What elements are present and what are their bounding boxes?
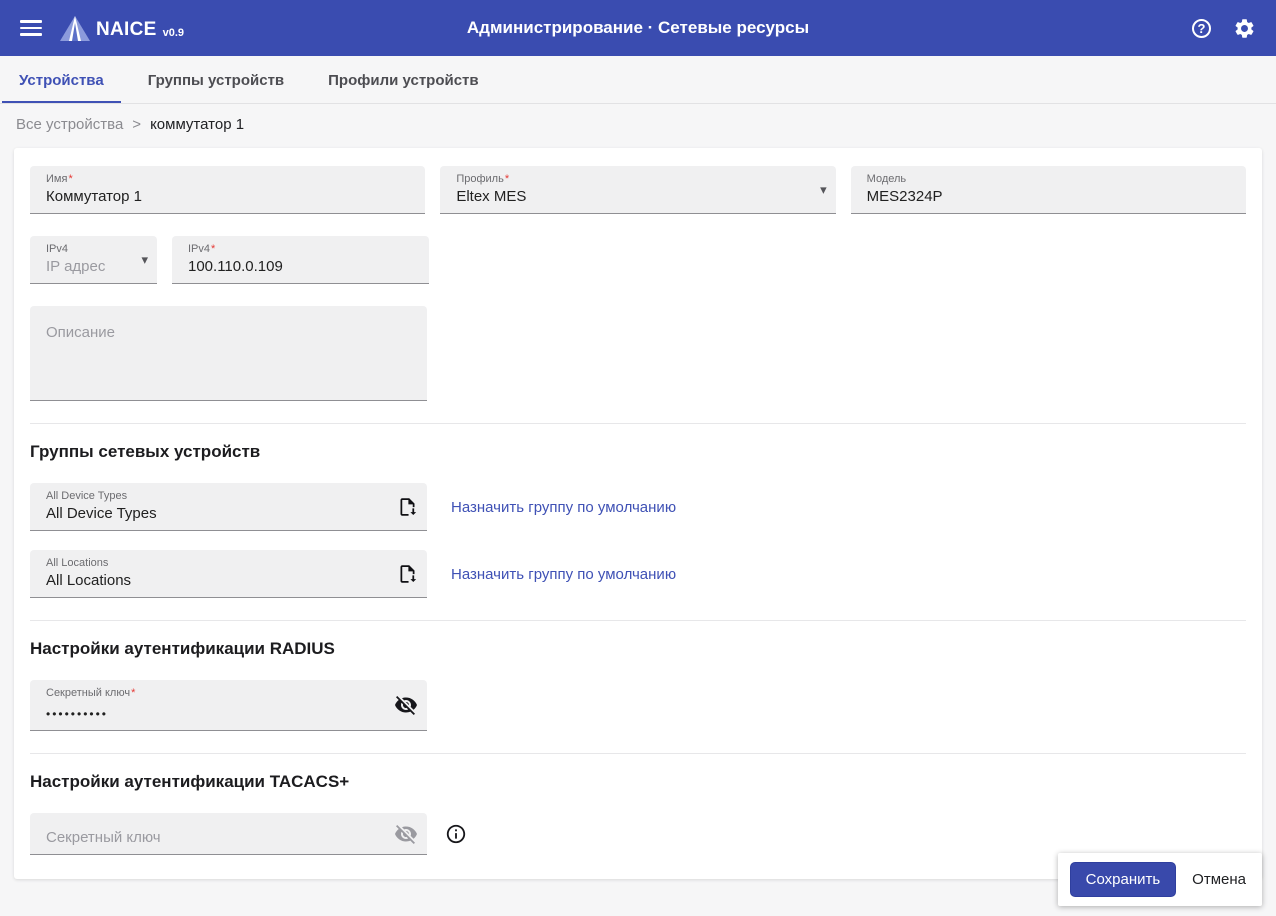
location-group-field[interactable]: All Locations All Locations: [30, 550, 427, 598]
section-divider: [30, 620, 1246, 621]
settings-button[interactable]: [1227, 11, 1262, 46]
visibility-off-icon[interactable]: [394, 693, 418, 717]
name-field[interactable]: Имя* Коммутатор 1: [30, 166, 426, 214]
save-button[interactable]: Сохранить: [1069, 862, 1177, 897]
breadcrumb-separator: >: [132, 116, 142, 133]
form-row-2: IPv4 IP адрес ▾ IPv4* 100.110.0.109: [30, 236, 1246, 284]
device-type-group-label: All Device Types: [46, 490, 128, 502]
help-button[interactable]: ?: [1186, 13, 1217, 44]
chevron-down-icon[interactable]: ▾: [141, 252, 148, 268]
required-asterisk: *: [504, 173, 510, 185]
description-placeholder: Описание: [46, 324, 116, 341]
device-type-group-value: All Device Types: [46, 505, 157, 522]
menu-button[interactable]: [14, 14, 48, 42]
ip-type-select-label: IPv4: [46, 243, 69, 255]
model-field[interactable]: Модель MES2324P: [850, 166, 1246, 214]
location-group-value: All Locations: [46, 572, 132, 589]
radius-secret-field[interactable]: Секретный ключ* ••••••••••: [30, 680, 427, 731]
section-divider: [30, 753, 1246, 754]
gear-icon: [1233, 17, 1256, 40]
breadcrumb-root[interactable]: Все устройства: [16, 116, 123, 133]
device-type-group-field[interactable]: All Device Types All Device Types: [30, 483, 427, 531]
assign-document-icon[interactable]: [397, 496, 418, 517]
tacacs-secret-placeholder: Секретный ключ: [46, 829, 161, 846]
tacacs-secret-field[interactable]: Секретный ключ: [30, 813, 427, 855]
app-logo-icon: [60, 15, 90, 41]
ipv4-field-label: IPv4*: [188, 243, 216, 255]
cancel-button[interactable]: Отмена: [1192, 871, 1246, 888]
app-logo: NAICE v0.9: [60, 15, 185, 41]
location-group-row: All Locations All Locations Назначить гр…: [30, 550, 1246, 598]
ip-type-select-value: IP адрес: [46, 258, 106, 275]
tab-device-groups[interactable]: Группы устройств: [131, 56, 301, 103]
device-type-group-row: All Device Types All Device Types Назнач…: [30, 483, 1246, 531]
tacacs-section-title: Настройки аутентификации TACACS+: [30, 772, 350, 791]
tacacs-secret-row: Секретный ключ: [30, 813, 1246, 855]
tab-bar: Устройства Группы устройств Профили устр…: [0, 56, 1276, 104]
help-icon: ?: [1192, 18, 1211, 38]
breadcrumb: Все устройства > коммутатор 1: [0, 104, 1276, 146]
profile-select-label: Профиль*: [456, 173, 510, 185]
chevron-down-icon[interactable]: ▾: [820, 182, 827, 198]
form-row-1: Имя* Коммутатор 1 Профиль* Eltex MES ▾ М…: [30, 166, 1246, 214]
app-name: NAICE: [96, 18, 157, 40]
app-version: v0.9: [162, 26, 185, 39]
action-bar: Сохранить Отмена: [1057, 853, 1262, 906]
model-field-value: MES2324P: [866, 188, 943, 205]
required-asterisk: *: [131, 687, 136, 699]
radius-secret-label: Секретный ключ*: [46, 687, 136, 699]
info-icon: [445, 823, 467, 845]
name-field-value: Коммутатор 1: [46, 188, 142, 205]
appbar-left: NAICE v0.9: [14, 14, 184, 42]
visibility-off-icon[interactable]: [394, 822, 418, 846]
ipv4-field[interactable]: IPv4* 100.110.0.109: [172, 236, 429, 284]
radius-section-title: Настройки аутентификации RADIUS: [30, 639, 335, 658]
appbar-right: ?: [1186, 11, 1262, 46]
app-header: NAICE v0.9 Администрирование · Сетевые р…: [0, 0, 1276, 56]
profile-select[interactable]: Профиль* Eltex MES ▾: [440, 166, 836, 214]
tab-devices[interactable]: Устройства: [2, 56, 121, 103]
required-asterisk: *: [68, 173, 73, 185]
radius-secret-value: ••••••••••: [46, 707, 109, 721]
name-field-label: Имя*: [46, 173, 73, 185]
ipv4-field-value: 100.110.0.109: [188, 258, 283, 275]
assign-default-group-link[interactable]: Назначить группу по умолчанию: [451, 499, 676, 516]
groups-section-title: Группы сетевых устройств: [30, 442, 261, 461]
section-divider: [30, 423, 1246, 424]
description-textarea[interactable]: Описание: [30, 306, 427, 401]
tab-device-profiles[interactable]: Профили устройств: [311, 56, 495, 103]
device-form-card: Имя* Коммутатор 1 Профиль* Eltex MES ▾ М…: [14, 148, 1262, 879]
assign-default-group-link[interactable]: Назначить группу по умолчанию: [451, 566, 676, 583]
required-asterisk: *: [211, 243, 216, 255]
info-button[interactable]: [443, 821, 469, 847]
profile-select-value: Eltex MES: [456, 188, 527, 205]
hamburger-icon: [20, 20, 42, 36]
page-title: Администрирование · Сетевые ресурсы: [466, 18, 810, 37]
location-group-label: All Locations: [46, 557, 109, 569]
ip-type-select[interactable]: IPv4 IP адрес ▾: [30, 236, 157, 284]
breadcrumb-current: коммутатор 1: [150, 116, 245, 133]
model-field-label: Модель: [866, 173, 907, 185]
assign-document-icon[interactable]: [397, 563, 418, 584]
